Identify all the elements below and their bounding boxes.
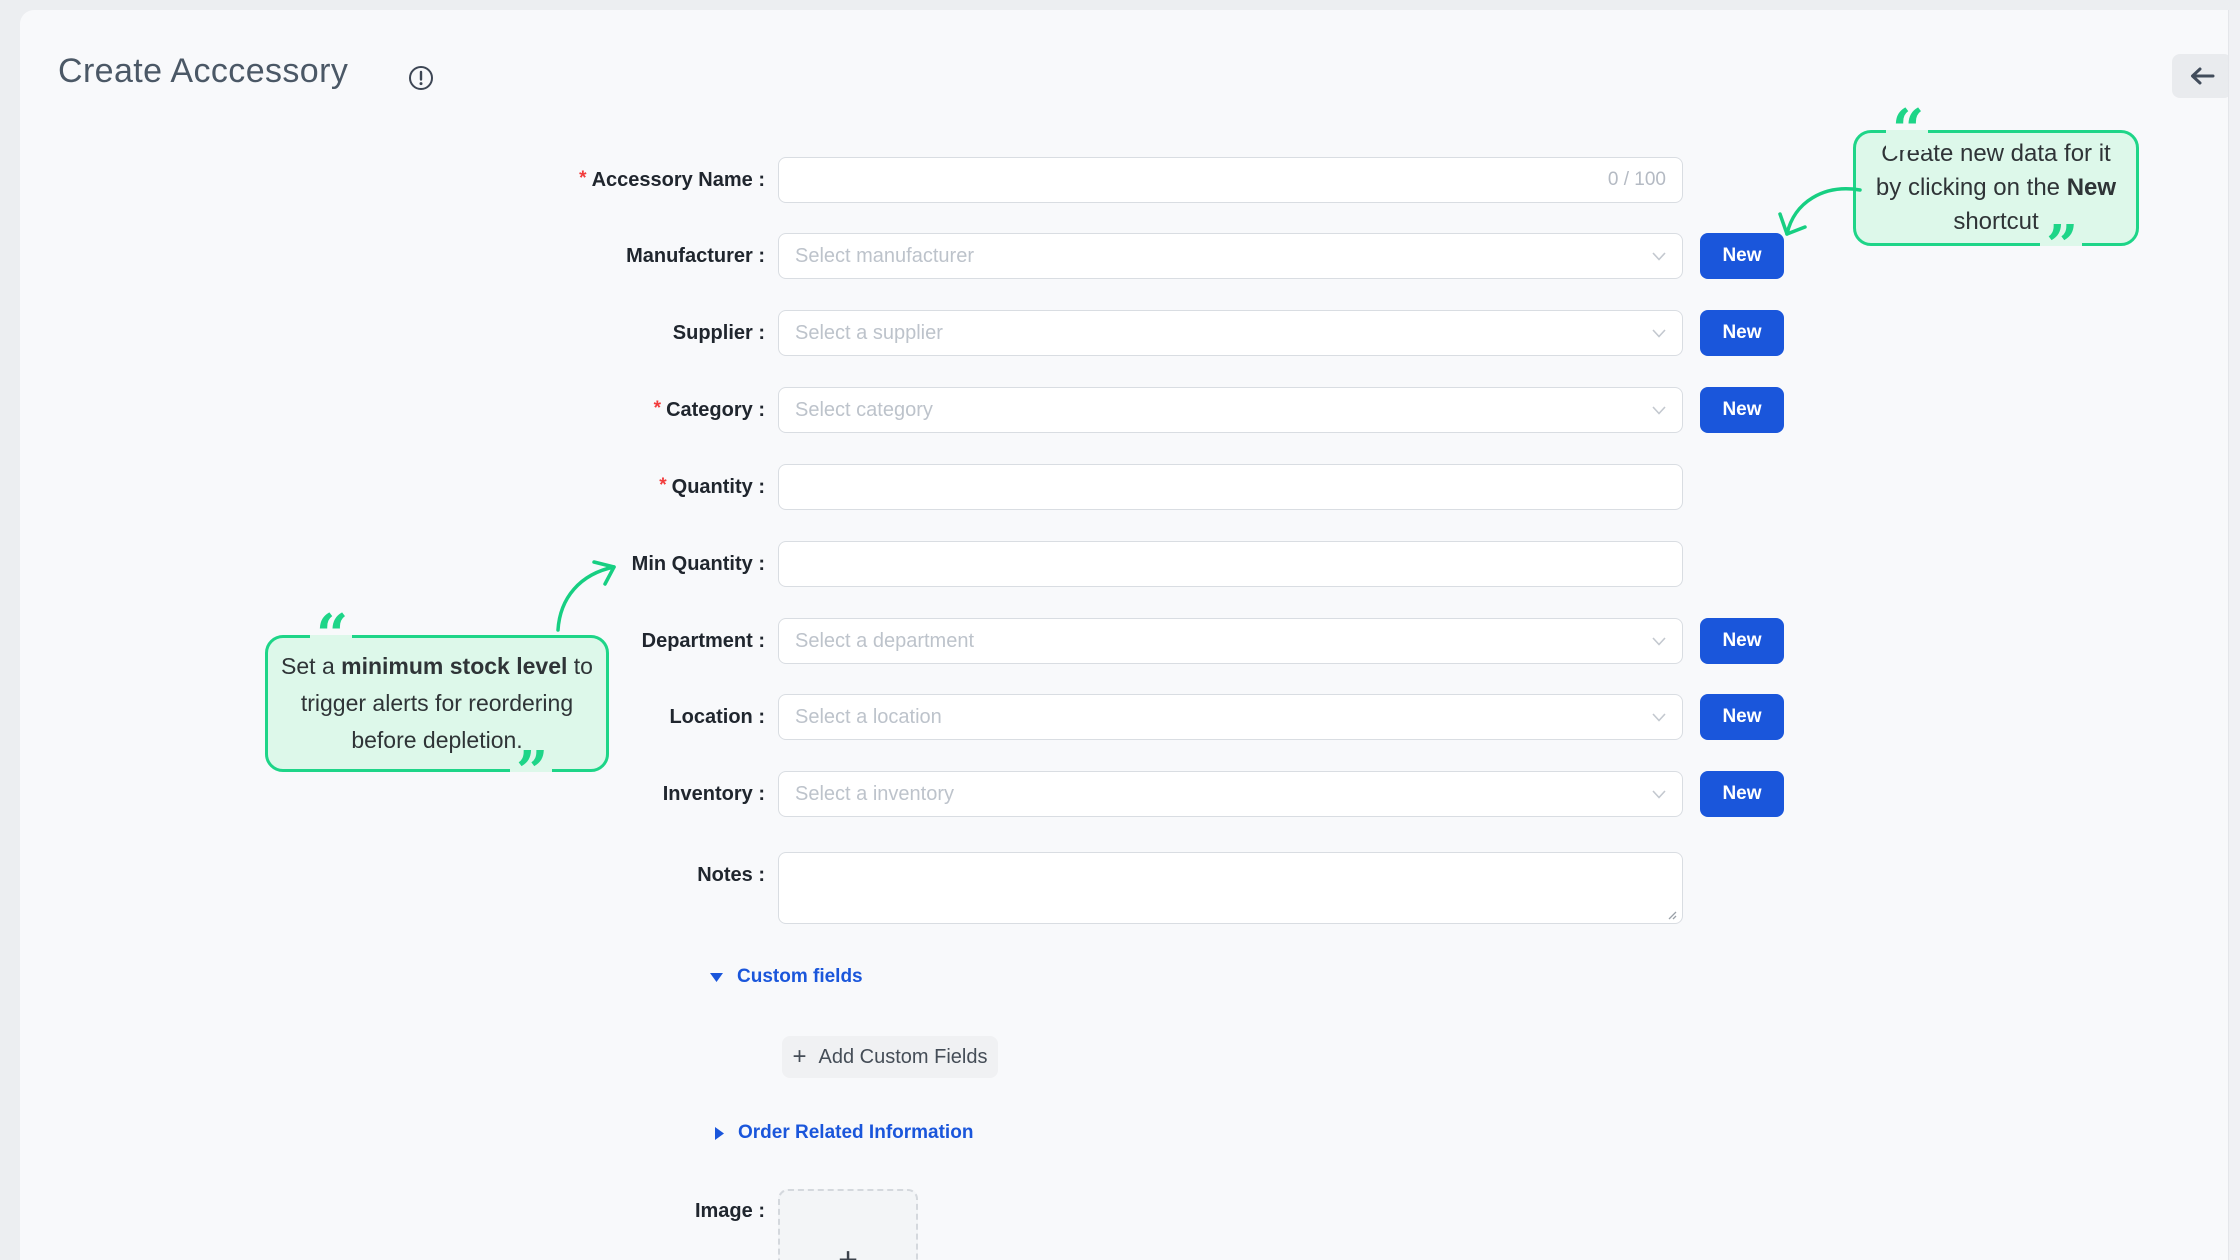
select-placeholder: Select a department xyxy=(795,629,974,652)
form-row-category: * Category : Select category New xyxy=(20,387,2228,433)
department-select[interactable]: Select a department xyxy=(778,618,1683,664)
section-title: Custom fields xyxy=(737,966,863,987)
arrow-left-icon xyxy=(2191,67,2215,85)
content-panel: Create Acccessory * Accessory Name : 0 / … xyxy=(20,10,2232,1260)
plus-icon: + xyxy=(792,1043,807,1070)
create-accessory-page: Create Acccessory * Accessory Name : 0 / … xyxy=(0,0,2240,1260)
category-select[interactable]: Select category xyxy=(778,387,1683,433)
category-new-button[interactable]: New xyxy=(1700,387,1784,433)
field-label: Manufacturer xyxy=(626,245,753,267)
required-marker: * xyxy=(579,168,587,189)
field-label: Inventory xyxy=(662,783,753,805)
chevron-down-icon xyxy=(1652,789,1666,799)
field-label: Notes xyxy=(697,864,753,886)
form-row-inventory: Inventory : Select a inventory New xyxy=(20,771,2228,817)
open-quote-icon: “ xyxy=(1886,102,1929,158)
chevron-down-icon xyxy=(1652,405,1666,415)
char-counter: 0 / 100 xyxy=(1607,169,1666,190)
form-row-image: Image : xyxy=(694,1200,765,1222)
field-label: Location xyxy=(669,706,753,728)
chevron-down-icon xyxy=(1652,636,1666,646)
form-row-supplier: Supplier : Select a supplier New xyxy=(20,310,2228,356)
accessory-name-input[interactable]: 0 / 100 xyxy=(778,157,1683,203)
select-placeholder: Select a inventory xyxy=(795,782,954,805)
field-label: Supplier xyxy=(672,322,753,344)
plus-icon: + xyxy=(838,1240,858,1260)
form-row-min-quantity: Min Quantity : xyxy=(20,541,2228,587)
department-new-button[interactable]: New xyxy=(1700,618,1784,664)
location-select[interactable]: Select a location xyxy=(778,694,1683,740)
field-label: Category xyxy=(666,399,753,421)
form-row-quantity: * Quantity : xyxy=(20,464,2228,510)
back-button[interactable] xyxy=(2172,54,2232,98)
inventory-select[interactable]: Select a inventory xyxy=(778,771,1683,817)
scrollbar-track[interactable] xyxy=(2228,10,2240,1260)
order-related-section-toggle[interactable]: Order Related Information xyxy=(715,1122,973,1144)
manufacturer-select[interactable]: Select manufacturer xyxy=(778,233,1683,279)
chevron-down-icon xyxy=(1652,251,1666,261)
page-title: Create Acccessory xyxy=(58,52,349,90)
close-quote-icon: ” xyxy=(2040,218,2083,274)
supplier-new-button[interactable]: New xyxy=(1700,310,1784,356)
custom-fields-section-toggle[interactable]: Custom fields xyxy=(710,966,863,988)
field-label: Quantity xyxy=(671,476,753,498)
supplier-select[interactable]: Select a supplier xyxy=(778,310,1683,356)
required-marker: * xyxy=(659,475,667,496)
min-quantity-input[interactable] xyxy=(778,541,1683,587)
select-placeholder: Select a location xyxy=(795,705,942,728)
form-row-notes: Notes : xyxy=(20,852,2228,924)
field-label: Min Quantity xyxy=(631,553,753,575)
field-label: Department xyxy=(641,630,753,652)
inventory-new-button[interactable]: New xyxy=(1700,771,1784,817)
field-label: Image xyxy=(694,1200,753,1222)
required-marker: * xyxy=(653,398,662,419)
chevron-down-icon xyxy=(1652,712,1666,722)
callout-arrow-to-new-button xyxy=(1778,187,1862,236)
chevron-down-icon xyxy=(1652,328,1666,338)
add-custom-fields-button[interactable]: + Add Custom Fields xyxy=(782,1036,998,1078)
caret-right-icon xyxy=(715,1126,724,1140)
select-placeholder: Select manufacturer xyxy=(795,244,974,267)
notes-textarea[interactable] xyxy=(778,852,1683,924)
info-icon[interactable] xyxy=(408,65,434,91)
select-placeholder: Select category xyxy=(795,398,933,421)
section-title: Order Related Information xyxy=(738,1122,974,1143)
select-placeholder: Select a supplier xyxy=(795,321,943,344)
caret-down-icon xyxy=(710,972,723,982)
quantity-input[interactable] xyxy=(778,464,1683,510)
image-upload-box[interactable]: + xyxy=(778,1189,918,1260)
location-new-button[interactable]: New xyxy=(1700,694,1784,740)
callout-arrow-to-min-quantity xyxy=(556,560,616,632)
close-quote-icon: ” xyxy=(510,744,553,800)
open-quote-icon: “ xyxy=(310,607,353,663)
field-label: Accessory Name xyxy=(591,169,753,191)
